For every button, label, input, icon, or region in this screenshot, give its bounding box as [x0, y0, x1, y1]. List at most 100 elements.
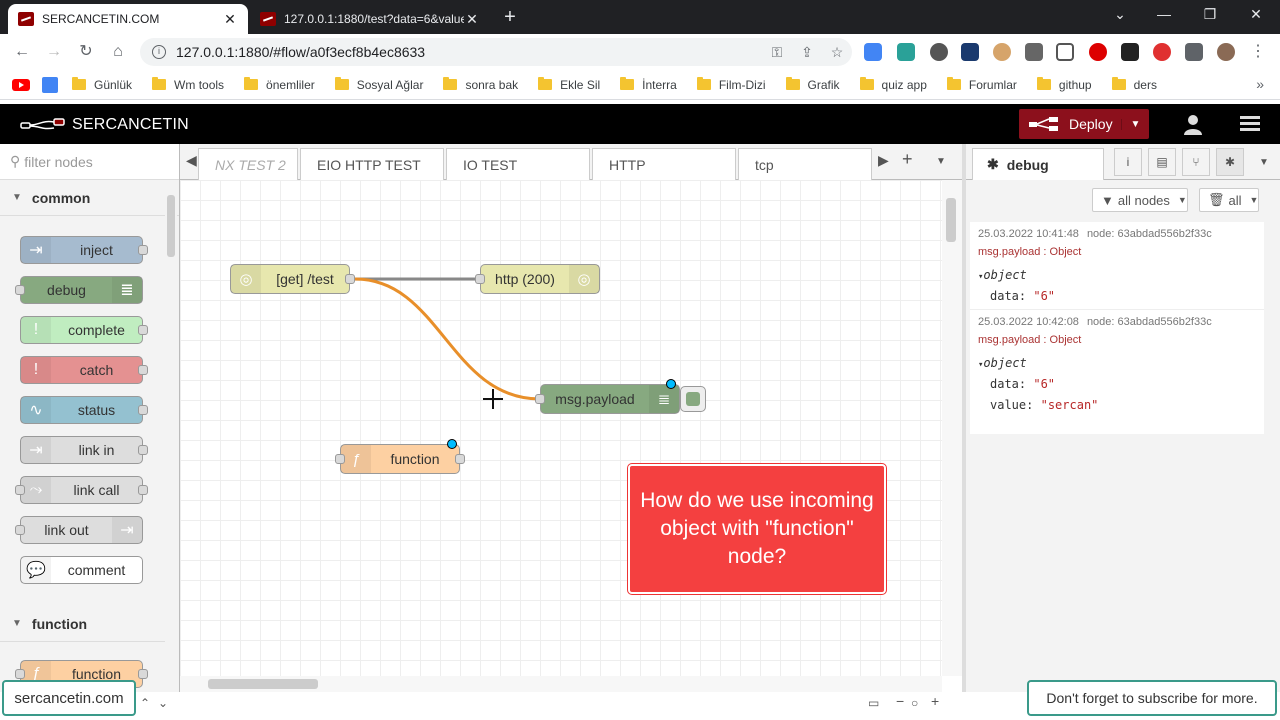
function-node[interactable]: ƒ function	[335, 439, 465, 474]
debug-node[interactable]: msg.payload ≣	[535, 379, 680, 414]
debug-toggle-button[interactable]	[680, 386, 706, 412]
wire-selected[interactable]	[354, 277, 541, 401]
puzzle-icon[interactable]	[1185, 43, 1203, 61]
bookmark-folder[interactable]: Grafik	[785, 77, 840, 92]
tab-flow[interactable]: HTTP	[592, 148, 736, 180]
kebab-menu-icon[interactable]: ⋮	[1248, 42, 1268, 62]
canvas-scrollbar-vertical[interactable]	[942, 180, 962, 676]
address-bar[interactable]: i 127.0.0.1:1880/#flow/a0f3ecf8b4ec8633 …	[140, 38, 852, 66]
input-port[interactable]	[535, 394, 545, 404]
deploy-button[interactable]: Deploy ▼	[1019, 109, 1149, 139]
bookmark-folder[interactable]: Günlük	[72, 77, 132, 92]
palette-filter-input[interactable]: ⚲ filter nodes	[0, 144, 179, 180]
zoom-out-button[interactable]: −	[896, 693, 904, 711]
clear-debug-button[interactable]: 🗑 all ▼	[1199, 188, 1259, 212]
palette-node-link-call[interactable]: ⤳ link call	[15, 476, 148, 504]
bookmark-folder[interactable]: önemliler	[244, 77, 315, 92]
sidebar-menu-caret-icon[interactable]: ▼	[1250, 148, 1278, 176]
forward-button[interactable]: →	[44, 42, 64, 62]
close-icon[interactable]: ✕	[222, 11, 238, 28]
home-button[interactable]: ⌂	[108, 42, 128, 62]
palette-category-function[interactable]: ▼ function	[0, 606, 165, 642]
red-extension-icon[interactable]	[1153, 43, 1171, 61]
minimize-button[interactable]: —	[1144, 6, 1184, 22]
square-extension-icon[interactable]	[1025, 43, 1043, 61]
face-extension-icon[interactable]	[993, 43, 1011, 61]
bookmark-folder[interactable]: githup	[1036, 77, 1092, 92]
zoom-reset-button[interactable]: ○	[911, 696, 918, 714]
google-translate-icon[interactable]	[42, 76, 58, 93]
canvas-scrollbar-horizontal[interactable]	[180, 676, 942, 692]
add-flow-button[interactable]: +	[902, 149, 913, 170]
chart-extension-icon[interactable]	[961, 43, 979, 61]
palette-node-catch[interactable]: ! catch	[20, 356, 148, 384]
collapse-down-icon[interactable]: ⌄	[158, 696, 168, 714]
scroll-left-icon[interactable]: ◀	[186, 152, 197, 169]
youtube-icon[interactable]	[12, 78, 30, 91]
collapse-up-icon[interactable]: ⌃	[140, 696, 150, 714]
new-tab-button[interactable]: +	[498, 6, 522, 29]
scrollbar-thumb[interactable]	[946, 198, 956, 242]
output-port[interactable]	[345, 274, 355, 284]
restore-button[interactable]: ❐	[1190, 6, 1230, 23]
palette-node-link-in[interactable]: ⇥ link in	[20, 436, 148, 464]
flow-canvas[interactable]: ◎ [get] /test http (200) ◎ msg.payload ≣…	[180, 180, 942, 676]
browser-tab[interactable]: 127.0.0.1:1880/test?data=6&value ✕	[250, 4, 490, 34]
output-port[interactable]	[455, 454, 465, 464]
input-port[interactable]	[475, 274, 485, 284]
move-extension-icon[interactable]	[1056, 43, 1074, 61]
site-info-icon[interactable]: i	[152, 45, 166, 59]
bug-icon[interactable]: ✱	[1216, 148, 1244, 176]
message-object[interactable]: ▾object data: "6" value: "sercan"	[978, 356, 1256, 412]
main-menu-icon[interactable]	[1240, 116, 1260, 132]
bookmark-folder[interactable]: Wm tools	[152, 77, 224, 92]
reload-button[interactable]: ↻	[76, 42, 96, 62]
tab-flow[interactable]: NX TEST 2	[198, 148, 298, 180]
bookmark-folder[interactable]: ders	[1111, 77, 1157, 92]
palette-node-debug[interactable]: debug ≣	[15, 276, 143, 304]
bookmark-folder[interactable]: quiz app	[859, 77, 927, 92]
tab-flow[interactable]: IO TEST	[446, 148, 590, 180]
scrollbar-thumb[interactable]	[167, 195, 175, 257]
tab-flow[interactable]: EIO HTTP TEST	[300, 148, 444, 180]
git-branch-icon[interactable]: ⑂	[1182, 148, 1210, 176]
zoom-in-button[interactable]: +	[931, 693, 939, 711]
more-bookmarks-icon[interactable]: »	[1256, 76, 1264, 92]
window-close-button[interactable]: ✕	[1236, 6, 1276, 23]
http-response-node[interactable]: http (200) ◎	[475, 264, 600, 294]
message-node-id[interactable]: node: 63abdad556b2f33c	[1087, 316, 1212, 328]
info-icon[interactable]: i	[1114, 148, 1142, 176]
palette-category-common[interactable]: ▼ common	[0, 180, 179, 216]
debug-filter-dropdown[interactable]: ▼ all nodes ▼	[1092, 188, 1188, 212]
opera-extension-icon[interactable]	[1089, 43, 1107, 61]
bookmark-folder[interactable]: Film-Dizi	[696, 77, 766, 92]
book-icon[interactable]: ▤	[1148, 148, 1176, 176]
bookmark-folder[interactable]: İnterra	[620, 77, 677, 92]
tab-search-icon[interactable]: ⌄	[1100, 6, 1140, 23]
map-icon[interactable]: ▭	[868, 696, 879, 714]
browser-tab-active[interactable]: SERCANCETIN.COM ✕	[8, 4, 248, 34]
bookmark-folder[interactable]: Forumlar	[946, 77, 1017, 92]
bookmark-folder[interactable]: sonra bak	[443, 77, 518, 92]
flow-list-caret-icon[interactable]: ▼	[936, 156, 946, 167]
dark-extension-icon[interactable]	[1121, 43, 1139, 61]
input-port[interactable]	[335, 454, 345, 464]
palette-node-link-out[interactable]: link out ⇥	[15, 516, 143, 544]
message-object[interactable]: ▾object data: "6"	[978, 268, 1256, 303]
bookmark-folder[interactable]: Ekle Sil	[538, 77, 600, 92]
scroll-right-icon[interactable]: ▶	[878, 152, 889, 169]
debug-scrollbar[interactable]	[1264, 222, 1276, 434]
translate-extension-icon[interactable]	[864, 43, 882, 61]
palette-scrollbar[interactable]	[165, 195, 177, 685]
profile-avatar[interactable]	[1217, 43, 1235, 61]
palette-node-complete[interactable]: ! complete	[20, 316, 148, 344]
http-in-node[interactable]: ◎ [get] /test	[230, 264, 355, 294]
share-icon[interactable]: ⇪	[792, 44, 822, 61]
palette-node-inject[interactable]: ⇥ inject	[20, 236, 148, 264]
scrollbar-thumb[interactable]	[208, 679, 318, 689]
tab-debug[interactable]: ✱ debug	[972, 148, 1104, 180]
user-icon[interactable]	[1182, 114, 1204, 136]
circle-extension-icon[interactable]	[930, 43, 948, 61]
message-node-id[interactable]: node: 63abdad556b2f33c	[1087, 228, 1212, 240]
palette-node-status[interactable]: ∿ status	[20, 396, 148, 424]
